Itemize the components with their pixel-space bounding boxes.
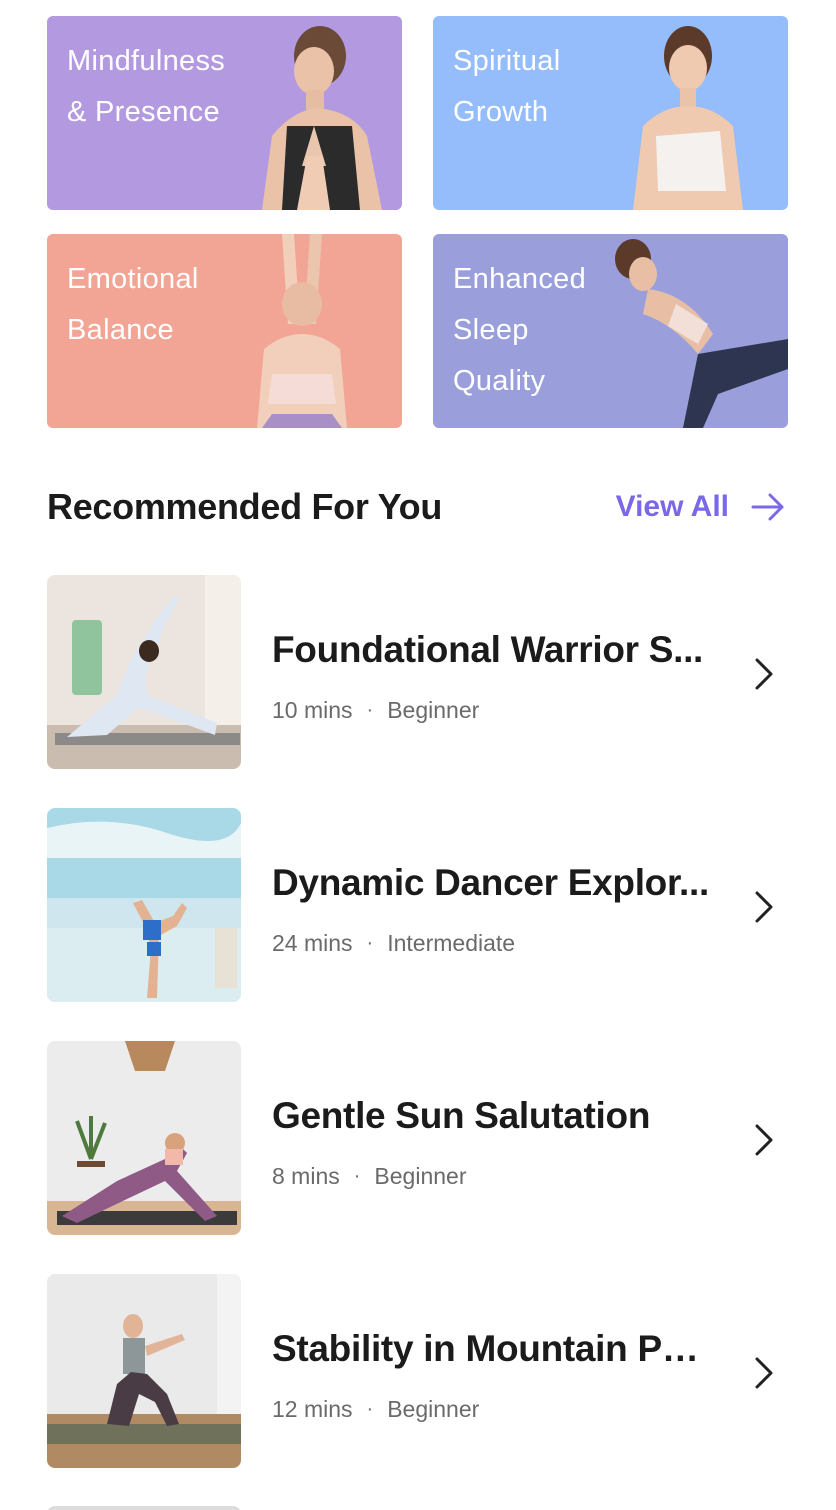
meta-separator: · (366, 932, 374, 954)
session-title: Dynamic Dancer Explor... (272, 862, 709, 903)
chevron-right-icon (753, 1356, 775, 1390)
category-title: Spiritual Growth (453, 45, 561, 128)
category-grid: Mindfulness & Presence Spiritual Growth … (47, 16, 789, 428)
session-thumbnail (47, 808, 241, 1002)
session-item-dynamic-dancer[interactable]: Dynamic Dancer Explor... 24 mins · Inter… (47, 808, 789, 1002)
next-session-thumbnail-peek (47, 1506, 241, 1510)
recommended-header: Recommended For You View All (47, 484, 789, 530)
category-card-spiritual-growth[interactable]: Spiritual Growth (433, 16, 788, 210)
category-title: Mindfulness & Presence (67, 45, 226, 128)
session-item-gentle-sun-salutation[interactable]: Gentle Sun Salutation 8 mins · Beginner (47, 1041, 789, 1235)
session-title: Gentle Sun Salutation (272, 1095, 651, 1136)
section-title: Recommended For You (47, 486, 443, 527)
session-thumbnail (47, 1041, 241, 1235)
category-title: Enhanced Sleep Quality (453, 263, 587, 397)
session-level: Intermediate (387, 930, 516, 956)
arrow-right-icon (751, 493, 784, 521)
meta-separator: · (366, 1398, 374, 1420)
category-card-emotional-balance[interactable]: Emotional Balance (47, 234, 402, 428)
session-duration: 8 mins (272, 1163, 340, 1189)
category-card-enhanced-sleep-quality[interactable]: Enhanced Sleep Quality (433, 234, 788, 428)
session-thumbnail (47, 575, 241, 769)
category-card-mindfulness[interactable]: Mindfulness & Presence (47, 16, 402, 210)
session-meta: 8 mins · Beginner (272, 1161, 467, 1191)
session-meta: 10 mins · Beginner (272, 695, 479, 725)
session-duration: 12 mins (272, 1396, 353, 1422)
session-item-foundational-warrior[interactable]: Foundational Warrior S... 10 mins · Begi… (47, 575, 789, 769)
session-item-stability-mountain-pose[interactable]: Stability in Mountain Po... 12 mins · Be… (47, 1274, 789, 1468)
session-meta: 12 mins · Beginner (272, 1394, 479, 1424)
view-all-link[interactable]: View All (616, 484, 785, 530)
category-title: Emotional Balance (67, 263, 199, 346)
session-title: Foundational Warrior S... (272, 629, 704, 670)
session-title: Stability in Mountain Po... (272, 1328, 712, 1369)
session-level: Beginner (374, 1163, 467, 1189)
session-meta: 24 mins · Intermediate (272, 928, 515, 958)
session-duration: 10 mins (272, 697, 353, 723)
session-thumbnail (47, 1274, 241, 1468)
session-duration: 24 mins (272, 930, 353, 956)
chevron-right-icon (753, 657, 775, 691)
meta-separator: · (353, 1165, 361, 1187)
view-all-label: View All (615, 490, 729, 523)
session-level: Beginner (387, 697, 480, 723)
chevron-right-icon (753, 890, 775, 924)
chevron-right-icon (753, 1123, 775, 1157)
session-level: Beginner (387, 1396, 480, 1422)
meta-separator: · (366, 699, 374, 721)
